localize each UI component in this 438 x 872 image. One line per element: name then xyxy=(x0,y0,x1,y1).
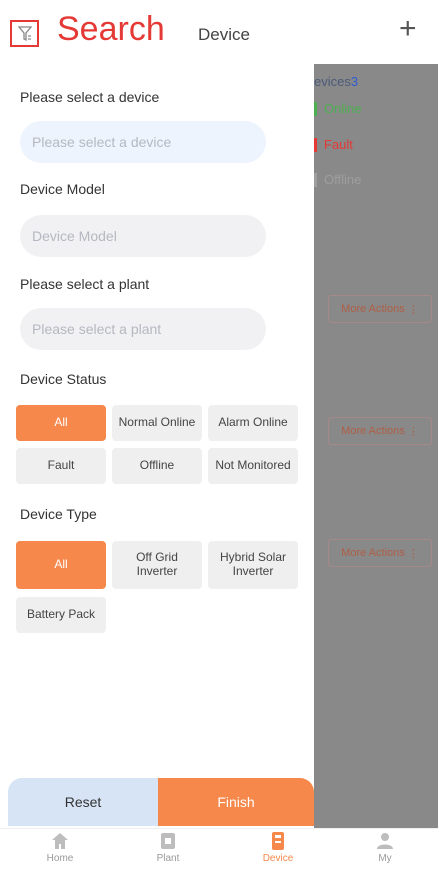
status-bar xyxy=(314,137,317,152)
nav-device[interactable]: Device xyxy=(248,831,308,864)
nav-plant[interactable]: Plant xyxy=(138,831,198,864)
status-chip-normal-online[interactable]: Normal Online xyxy=(112,405,202,441)
reset-button[interactable]: Reset xyxy=(8,778,158,826)
background-device-list: evices3 Online Fault Offline More Action… xyxy=(314,64,438,828)
status-chip-alarm-online[interactable]: Alarm Online xyxy=(208,405,298,441)
finish-button[interactable]: Finish xyxy=(158,778,314,826)
device-select-input[interactable]: Please select a device xyxy=(20,121,266,163)
more-actions-button[interactable]: More Actions ⋮ xyxy=(328,417,432,445)
status-chip-fault[interactable]: Fault xyxy=(16,448,106,484)
filter-button[interactable] xyxy=(10,20,39,47)
status-chip-offline[interactable]: Offline xyxy=(112,448,202,484)
status-offline-label: Offline xyxy=(324,172,362,187)
nav-plant-label: Plant xyxy=(156,853,180,864)
user-icon xyxy=(377,833,393,849)
bottom-nav: Home Plant Device My xyxy=(0,828,438,872)
type-chip-all[interactable]: All xyxy=(16,541,106,589)
more-actions-label: More Actions xyxy=(341,425,405,437)
device-model-input[interactable]: Device Model xyxy=(20,215,266,257)
home-icon xyxy=(52,833,68,849)
plant-select-input[interactable]: Please select a plant xyxy=(20,308,266,350)
device-count-number: 3 xyxy=(350,74,359,89)
status-fault: Fault xyxy=(314,137,353,152)
page-title: Device xyxy=(198,25,250,44)
nav-home-label: Home xyxy=(46,853,74,864)
nav-home[interactable]: Home xyxy=(30,831,90,864)
status-chip-all[interactable]: All xyxy=(16,405,106,441)
status-offline: Offline xyxy=(314,172,361,187)
status-bar xyxy=(314,172,317,187)
nav-device-label: Device xyxy=(262,853,294,864)
status-online-label: Online xyxy=(324,101,362,116)
more-actions-label: More Actions xyxy=(341,303,405,315)
status-bar xyxy=(314,101,317,116)
more-actions-label: More Actions xyxy=(341,547,405,559)
plant-icon xyxy=(161,833,175,849)
add-device-button[interactable]: + xyxy=(399,14,417,44)
type-chip-battery-pack[interactable]: Battery Pack xyxy=(16,597,106,633)
type-chip-off-grid-inverter[interactable]: Off Grid Inverter xyxy=(112,541,202,589)
filter-icon xyxy=(18,26,32,42)
device-icon xyxy=(272,832,284,850)
more-actions-button[interactable]: More Actions ⋮ xyxy=(328,295,432,323)
filter-drawer: Please select a device Please select a d… xyxy=(0,64,314,828)
device-model-label: Device Model xyxy=(20,181,105,197)
plant-select-label: Please select a plant xyxy=(20,276,150,292)
app-header: Search Device + xyxy=(0,0,438,64)
device-type-label: Device Type xyxy=(20,506,97,522)
device-count: evices3 xyxy=(314,74,358,89)
more-actions-button[interactable]: More Actions ⋮ xyxy=(328,539,432,567)
status-chip-not-monitored[interactable]: Not Monitored xyxy=(208,448,298,484)
status-online: Online xyxy=(314,101,362,116)
type-chip-hybrid-solar-inverter[interactable]: Hybrid Solar Inverter xyxy=(208,541,298,589)
nav-my[interactable]: My xyxy=(355,831,415,864)
device-select-label: Please select a device xyxy=(20,89,160,105)
search-label: Search xyxy=(57,10,165,48)
device-status-label: Device Status xyxy=(20,371,107,387)
device-count-label: evices xyxy=(314,74,351,89)
nav-my-label: My xyxy=(378,853,392,864)
status-fault-label: Fault xyxy=(324,137,353,152)
plus-icon: + xyxy=(399,12,417,45)
